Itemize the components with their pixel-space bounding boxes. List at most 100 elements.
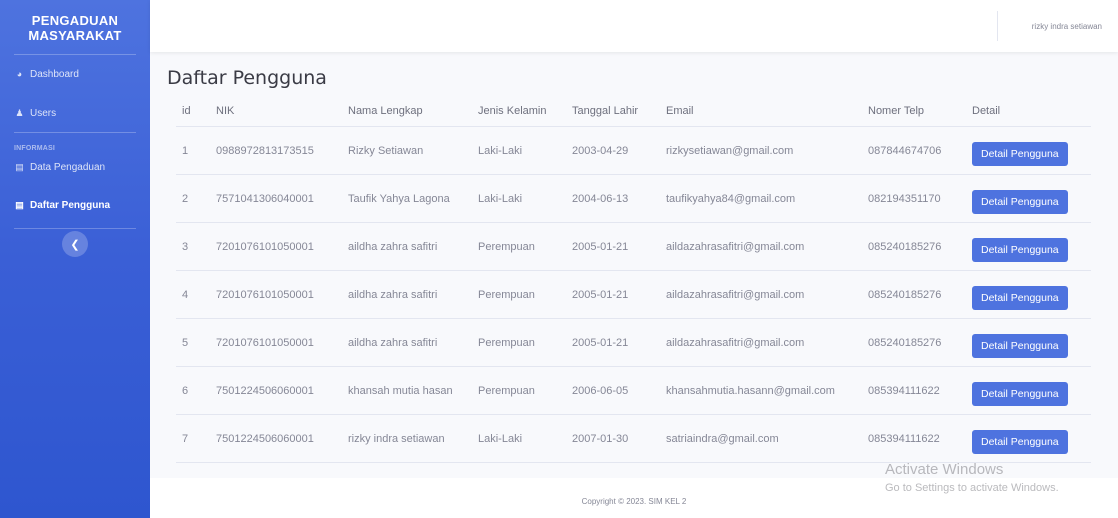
sidebar-item-label: Users — [30, 107, 57, 119]
page-title: Daftar Pengguna — [167, 67, 327, 89]
cell-detail: Detail Pengguna — [966, 366, 1091, 415]
table-icon: ▤ — [15, 199, 24, 210]
cell-nik: 7201076101050001 — [210, 222, 342, 271]
watermark-title: Activate Windows — [885, 461, 1004, 478]
brand-logo[interactable]: PENGADUAN MASYARAKAT — [0, 0, 150, 54]
chevron-left-icon: ❮ — [70, 238, 80, 251]
sidebar-item-daftar-pengguna[interactable]: ▤ Daftar Pengguna — [0, 182, 150, 228]
sidebar-divider — [14, 228, 136, 229]
cell-nama: aildha zahra safitri — [342, 222, 472, 271]
user-menu[interactable]: rizky indra setiawan — [1032, 22, 1102, 31]
cell-nik: 7201076101050001 — [210, 270, 342, 319]
cell-tanggal-lahir: 2005-01-21 — [566, 318, 660, 367]
cell-nama: aildha zahra safitri — [342, 318, 472, 367]
table-row: 2 7571041306040001 Taufik Yahya Lagona L… — [176, 174, 1091, 223]
sidebar-item-dashboard[interactable]: ◕ Dashboard — [0, 55, 150, 93]
cell-detail: Detail Pengguna — [966, 270, 1091, 319]
detail-pengguna-button[interactable]: Detail Pengguna — [972, 429, 1068, 454]
table-row: 6 7501224506060001 khansah mutia hasan P… — [176, 366, 1091, 415]
cell-jenis-kelamin: Laki-Laki — [472, 126, 566, 175]
cell-detail: Detail Pengguna — [966, 414, 1091, 463]
cell-nama: Rizky Setiawan — [342, 126, 472, 175]
cell-nama: rizky indra setiawan — [342, 414, 472, 463]
sidebar-item-users[interactable]: ♟ Users — [0, 94, 150, 132]
cell-telp: 085240185276 — [862, 222, 966, 271]
detail-pengguna-button[interactable]: Detail Pengguna — [972, 381, 1068, 406]
cell-id: 1 — [176, 126, 210, 175]
dashboard-icon: ◕ — [16, 69, 23, 79]
brand-line-2: MASYARAKAT — [28, 28, 122, 43]
topbar-divider — [997, 11, 998, 41]
cell-jenis-kelamin: Perempuan — [472, 366, 566, 415]
table-row: 4 7201076101050001 aildha zahra safitri … — [176, 270, 1091, 319]
header-tanggal-lahir: Tanggal Lahir — [566, 96, 660, 127]
cell-id: 5 — [176, 318, 210, 367]
watermark-subtitle: Go to Settings to activate Windows. — [885, 482, 1059, 494]
copyright-text: Copyright © 2023. SIM KEL 2 — [581, 497, 687, 506]
header-nomer-telp: Nomer Telp — [862, 96, 966, 127]
sidebar-item-label: Dashboard — [30, 68, 79, 80]
cell-tanggal-lahir: 2007-01-30 — [566, 414, 660, 463]
table-icon: ▤ — [15, 161, 24, 172]
cell-telp: 085394111622 — [862, 414, 966, 463]
header-email: Email — [660, 96, 862, 127]
detail-pengguna-button[interactable]: Detail Pengguna — [972, 141, 1068, 166]
sidebar-section-heading: INFORMASI — [14, 145, 56, 152]
cell-email: taufikyahya84@gmail.com — [660, 174, 862, 223]
sidebar-item-label: Data Pengaduan — [30, 161, 106, 173]
table-row: 7 7501224506060001 rizky indra setiawan … — [176, 414, 1091, 463]
header-detail: Detail — [966, 96, 1091, 127]
cell-email: rizkysetiawan@gmail.com — [660, 126, 862, 175]
sidebar-item-label: Daftar Pengguna — [30, 199, 111, 211]
detail-pengguna-button[interactable]: Detail Pengguna — [972, 333, 1068, 358]
cell-tanggal-lahir: 2004-06-13 — [566, 174, 660, 223]
cell-tanggal-lahir: 2005-01-21 — [566, 270, 660, 319]
detail-pengguna-button[interactable]: Detail Pengguna — [972, 285, 1068, 310]
cell-email: aildazahrasafitri@gmail.com — [660, 222, 862, 271]
table-row: 1 0988972813173515 Rizky Setiawan Laki-L… — [176, 126, 1091, 175]
sidebar: PENGADUAN MASYARAKAT ◕ Dashboard ♟ Users… — [0, 0, 150, 518]
cell-jenis-kelamin: Laki-Laki — [472, 174, 566, 223]
cell-detail: Detail Pengguna — [966, 318, 1091, 367]
cell-email: khansahmutia.hasann@gmail.com — [660, 366, 862, 415]
header-nama: Nama Lengkap — [342, 96, 472, 127]
cell-id: 7 — [176, 414, 210, 463]
cell-telp: 087844674706 — [862, 126, 966, 175]
header-jenis-kelamin: Jenis Kelamin — [472, 96, 566, 127]
cell-nama: Taufik Yahya Lagona — [342, 174, 472, 223]
cell-tanggal-lahir: 2005-01-21 — [566, 222, 660, 271]
detail-pengguna-button[interactable]: Detail Pengguna — [972, 237, 1068, 262]
cell-nik: 7571041306040001 — [210, 174, 342, 223]
table-row: 3 7201076101050001 aildha zahra safitri … — [176, 222, 1091, 271]
sidebar-item-data-pengaduan[interactable]: ▤ Data Pengaduan — [0, 152, 150, 182]
cell-detail: Detail Pengguna — [966, 174, 1091, 223]
cell-tanggal-lahir: 2003-04-29 — [566, 126, 660, 175]
cell-detail: Detail Pengguna — [966, 126, 1091, 175]
topbar: rizky indra setiawan — [150, 0, 1118, 52]
cell-nik: 7501224506060001 — [210, 366, 342, 415]
cell-nik: 0988972813173515 — [210, 126, 342, 175]
cell-email: satriaindra@gmail.com — [660, 414, 862, 463]
sidebar-toggle-button[interactable]: ❮ — [62, 231, 88, 257]
users-table: id NIK Nama Lengkap Jenis Kelamin Tangga… — [176, 96, 1091, 463]
table-row: 5 7201076101050001 aildha zahra safitri … — [176, 318, 1091, 367]
cell-nama: khansah mutia hasan — [342, 366, 472, 415]
cell-telp: 082194351170 — [862, 174, 966, 223]
cell-id: 6 — [176, 366, 210, 415]
cell-id: 2 — [176, 174, 210, 223]
user-icon: ♟ — [15, 107, 24, 118]
header-id: id — [176, 96, 210, 127]
table-header-row: id NIK Nama Lengkap Jenis Kelamin Tangga… — [176, 96, 1091, 127]
cell-jenis-kelamin: Laki-Laki — [472, 414, 566, 463]
cell-jenis-kelamin: Perempuan — [472, 318, 566, 367]
cell-nik: 7501224506060001 — [210, 414, 342, 463]
cell-telp: 085394111622 — [862, 366, 966, 415]
detail-pengguna-button[interactable]: Detail Pengguna — [972, 189, 1068, 214]
cell-nama: aildha zahra safitri — [342, 270, 472, 319]
cell-id: 4 — [176, 270, 210, 319]
cell-id: 3 — [176, 222, 210, 271]
cell-telp: 085240185276 — [862, 318, 966, 367]
brand-line-1: PENGADUAN — [31, 13, 119, 28]
cell-jenis-kelamin: Perempuan — [472, 270, 566, 319]
cell-detail: Detail Pengguna — [966, 222, 1091, 271]
